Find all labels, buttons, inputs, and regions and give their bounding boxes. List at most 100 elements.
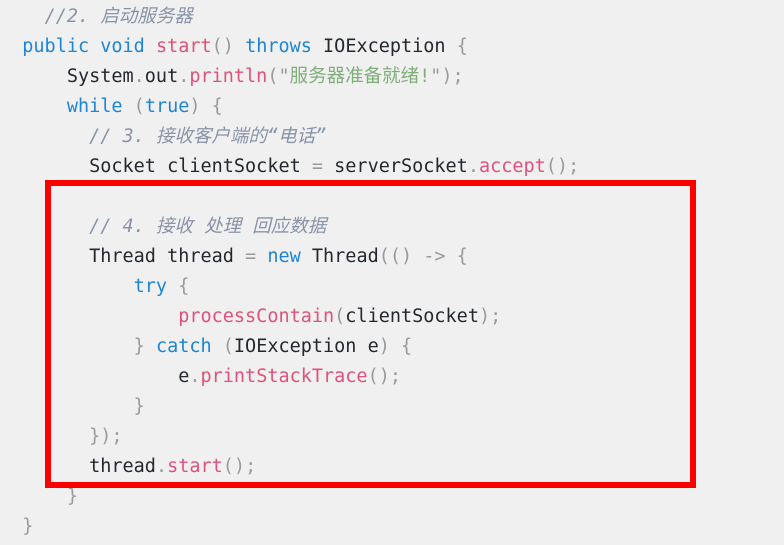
type-socket: Socket xyxy=(89,156,156,177)
parens: () xyxy=(545,156,569,177)
semicolon: ; xyxy=(568,156,580,177)
keyword-while: while xyxy=(66,96,123,117)
variable-thread: thread xyxy=(155,246,234,267)
code-line-7-blank xyxy=(0,182,784,212)
variable-e: e xyxy=(178,366,190,387)
code-line-5: // 3. 接收客户端的“电话” xyxy=(0,122,784,152)
paren-open: ( xyxy=(267,66,279,87)
semicolon: ; xyxy=(490,306,502,327)
dot: . xyxy=(133,66,145,87)
method-name-start: start xyxy=(167,456,223,477)
code-line-13: e.printStackTrace(); xyxy=(0,362,784,392)
keyword-catch: catch xyxy=(155,336,212,357)
semicolon: ; xyxy=(452,66,464,87)
paren-open: ( xyxy=(122,96,145,117)
paren-close: ) xyxy=(378,336,390,357)
dot: . xyxy=(189,366,201,387)
brace-open: { xyxy=(456,36,468,57)
method-name-printstacktrace: printStackTrace xyxy=(200,366,368,387)
brace-close: } xyxy=(133,336,156,357)
code-block: //2. 启动服务器 public void start() throws IO… xyxy=(0,0,784,542)
variable-serversocket: serverSocket xyxy=(334,156,468,177)
string-quote-open: " xyxy=(278,66,290,87)
type-thread-ctor: Thread xyxy=(300,246,379,267)
brace-close: } xyxy=(133,396,145,417)
keyword-public: public xyxy=(22,36,90,57)
paren-open: ( xyxy=(211,336,234,357)
code-line-12: } catch (IOException e) { xyxy=(0,332,784,362)
keyword-new: new xyxy=(267,246,301,267)
semicolon: ; xyxy=(389,366,401,387)
paren-close: ) xyxy=(189,96,201,117)
comment-token: // 3. 接收客户端的“电话” xyxy=(89,126,327,147)
dot: . xyxy=(178,66,190,87)
dot: . xyxy=(467,156,479,177)
paren-close: ) xyxy=(441,66,453,87)
code-line-6: Socket clientSocket = serverSocket.accep… xyxy=(0,152,784,182)
code-screenshot: //2. 启动服务器 public void start() throws IO… xyxy=(0,0,784,545)
brace-close: } xyxy=(22,516,34,537)
operator-assign: = xyxy=(300,156,335,177)
type-system: System xyxy=(66,66,134,87)
paren-close: ) xyxy=(478,306,491,327)
method-name-println: println xyxy=(189,66,268,87)
comment-token: //2. 启动服务器 xyxy=(44,6,193,27)
keyword-void: void xyxy=(100,36,145,57)
code-line-14: } xyxy=(0,392,784,422)
code-line-16: thread.start(); xyxy=(0,452,784,482)
brace-close: } xyxy=(66,486,78,507)
type-thread: Thread xyxy=(89,246,156,267)
parens: () xyxy=(367,366,390,387)
operator-assign: = xyxy=(233,246,268,267)
code-line-10: try { xyxy=(0,272,784,302)
parens: () xyxy=(222,456,246,477)
code-line-9: Thread thread = new Thread(() -> { xyxy=(0,242,784,272)
variable-e: e xyxy=(356,336,379,357)
brace-open: { xyxy=(167,276,190,297)
brace-open: { xyxy=(200,96,223,117)
paren-open: ( xyxy=(211,36,223,57)
code-line-2: public void start() throws IOException { xyxy=(0,32,784,62)
paren-close: ) xyxy=(222,36,234,57)
literal-true: true xyxy=(144,96,190,117)
field-out: out xyxy=(144,66,179,87)
code-line-15: }); xyxy=(0,422,784,452)
semicolon: ; xyxy=(245,456,257,477)
method-name-processcontain: processContain xyxy=(178,306,335,327)
brace-open: { xyxy=(456,246,468,267)
keyword-throws: throws xyxy=(245,36,312,57)
string-quote-close: " xyxy=(430,66,442,87)
variable-clientsocket: clientSocket xyxy=(155,156,301,177)
type-ioexception: IOException xyxy=(323,36,446,57)
type-ioexception: IOException xyxy=(233,336,357,357)
variable-clientsocket: clientSocket xyxy=(345,306,479,327)
lambda-arrow: (() -> xyxy=(378,246,457,267)
code-line-18: } xyxy=(0,512,784,542)
code-line-8: // 4. 接收 处理 回应数据 xyxy=(0,212,784,242)
comment-token: // 4. 接收 处理 回应数据 xyxy=(89,216,327,237)
brace-open: { xyxy=(389,336,413,357)
code-line-1: //2. 启动服务器 xyxy=(0,2,784,32)
code-line-11: processContain(clientSocket); xyxy=(0,302,784,332)
method-name-start: start xyxy=(155,36,212,57)
